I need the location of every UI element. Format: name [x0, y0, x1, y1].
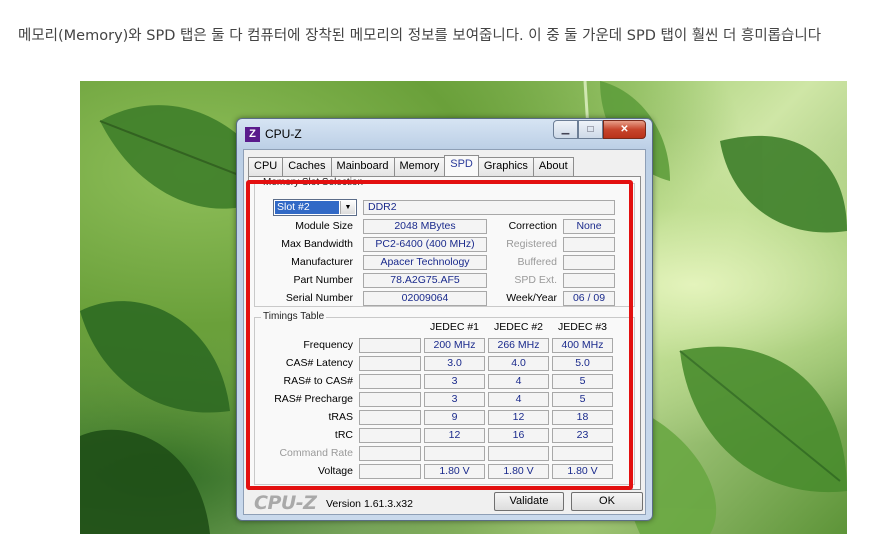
column-header: JEDEC #1 [429, 321, 480, 333]
memory-slot-group: Memory Slot Selection Slot #2 ▼ DDR2 Mod… [254, 177, 635, 307]
window-title: CPU-Z [265, 127, 302, 141]
voltage-jedec3-value: 1.80 V [552, 464, 613, 479]
manufacturer-value: Apacer Technology [363, 255, 487, 270]
ras-precharge-jedec1-value: 3 [424, 392, 485, 407]
dropdown-arrow-icon[interactable]: ▼ [340, 201, 355, 214]
tab-cpu[interactable]: CPU [248, 157, 284, 176]
title-bar[interactable]: Z CPU-Z ▁ □ ✕ [237, 119, 652, 147]
column-header: JEDEC #3 [557, 321, 608, 333]
cas-latency-jedec2-value: 4.0 [488, 356, 549, 371]
ras-to-cas-blank-cell [359, 374, 421, 389]
tab-about[interactable]: About [532, 157, 574, 176]
cpuz-window: Z CPU-Z ▁ □ ✕ CPU Caches Mainboard Memor… [236, 118, 653, 521]
module-size-label: Module Size [295, 220, 353, 232]
ras-precharge-blank-cell [359, 392, 421, 407]
voltage-jedec1-value: 1.80 V [424, 464, 485, 479]
article-caption: 메모리(Memory)와 SPD 탭은 둘 다 컴퓨터에 장착된 메모리의 정보… [18, 28, 822, 44]
command-rate-jedec1-value [424, 446, 485, 461]
tras-jedec3-value: 18 [552, 410, 613, 425]
memory-type-field: DDR2 [363, 200, 615, 215]
cas-latency-blank-cell [359, 356, 421, 371]
frequency-jedec3-value: 400 MHz [552, 338, 613, 353]
window-controls: ▁ □ ✕ [553, 120, 646, 140]
cas-latency-label: CAS# Latency [285, 357, 353, 369]
timings-table-group: Timings Table JEDEC #1 JEDEC #2 JEDEC #3… [254, 311, 635, 485]
buffered-label: Buffered [517, 256, 557, 268]
serial-number-value: 02009064 [363, 291, 487, 306]
tras-blank-cell [359, 410, 421, 425]
ras-to-cas-label: RAS# to CAS# [283, 375, 353, 387]
slot-dropdown-value: Slot #2 [275, 201, 339, 214]
trc-jedec1-value: 12 [424, 428, 485, 443]
minimize-button[interactable]: ▁ [553, 120, 578, 139]
validate-button[interactable]: Validate [494, 492, 564, 511]
tras-jedec2-value: 12 [488, 410, 549, 425]
cas-latency-jedec1-value: 3.0 [424, 356, 485, 371]
memory-slot-group-label: Memory Slot Selection [261, 177, 366, 188]
version-label: Version 1.61.3.x32 [326, 498, 413, 510]
timings-table-label: Timings Table [261, 311, 327, 322]
part-number-value: 78.A2G75.AF5 [363, 273, 487, 288]
tab-spd[interactable]: SPD [444, 155, 479, 176]
module-size-value: 2048 MBytes [363, 219, 487, 234]
command-rate-jedec3-value [552, 446, 613, 461]
ras-precharge-jedec2-value: 4 [488, 392, 549, 407]
ras-to-cas-jedec2-value: 4 [488, 374, 549, 389]
ras-precharge-jedec3-value: 5 [552, 392, 613, 407]
spd-panel: Memory Slot Selection Slot #2 ▼ DDR2 Mod… [248, 176, 641, 490]
tab-memory[interactable]: Memory [393, 157, 446, 176]
command-rate-label: Command Rate [279, 447, 353, 459]
frequency-label: Frequency [303, 339, 353, 351]
command-rate-jedec2-value [488, 446, 549, 461]
frequency-jedec2-value: 266 MHz [488, 338, 549, 353]
window-footer: CPU-Z Version 1.61.3.x32 Validate OK [248, 492, 643, 514]
maximize-button[interactable]: □ [578, 120, 603, 139]
window-client-area: CPU Caches Mainboard Memory SPD Graphics… [243, 149, 646, 515]
tab-graphics[interactable]: Graphics [477, 157, 534, 176]
max-bandwidth-value: PC2-6400 (400 MHz) [363, 237, 487, 252]
cpuz-app-icon: Z [245, 127, 260, 142]
ras-to-cas-jedec1-value: 3 [424, 374, 485, 389]
column-header: JEDEC #2 [493, 321, 544, 333]
tras-label: tRAS [328, 411, 353, 423]
part-number-label: Part Number [293, 274, 353, 286]
buffered-value [563, 255, 615, 270]
registered-value [563, 237, 615, 252]
registered-label: Registered [506, 238, 557, 250]
voltage-label: Voltage [317, 465, 353, 477]
trc-blank-cell [359, 428, 421, 443]
correction-value: None [563, 219, 615, 234]
voltage-jedec2-value: 1.80 V [488, 464, 549, 479]
week-year-label: Week/Year [506, 292, 557, 304]
slot-dropdown[interactable]: Slot #2 ▼ [273, 199, 357, 216]
serial-number-label: Serial Number [285, 292, 353, 304]
week-year-value: 06 / 09 [563, 291, 615, 306]
spd-ext-label: SPD Ext. [514, 274, 557, 286]
ras-to-cas-jedec3-value: 5 [552, 374, 613, 389]
max-bandwidth-label: Max Bandwidth [281, 238, 353, 250]
tab-mainboard[interactable]: Mainboard [330, 157, 395, 176]
tab-strip: CPU Caches Mainboard Memory SPD Graphics… [248, 155, 574, 176]
cas-latency-jedec3-value: 5.0 [552, 356, 613, 371]
trc-jedec3-value: 23 [552, 428, 613, 443]
voltage-blank-cell [359, 464, 421, 479]
cpuz-brand-logo: CPU-Z [254, 492, 317, 514]
command-rate-blank-cell [359, 446, 421, 461]
tab-caches[interactable]: Caches [282, 157, 332, 176]
trc-label: tRC [334, 429, 353, 441]
correction-label: Correction [508, 220, 557, 232]
close-button[interactable]: ✕ [603, 120, 646, 139]
frequency-jedec1-value: 200 MHz [424, 338, 485, 353]
ok-button[interactable]: OK [571, 492, 643, 511]
ras-precharge-label: RAS# Precharge [274, 393, 353, 405]
trc-jedec2-value: 16 [488, 428, 549, 443]
frequency-blank-cell [359, 338, 421, 353]
tras-jedec1-value: 9 [424, 410, 485, 425]
manufacturer-label: Manufacturer [291, 256, 353, 268]
spd-ext-value [563, 273, 615, 288]
